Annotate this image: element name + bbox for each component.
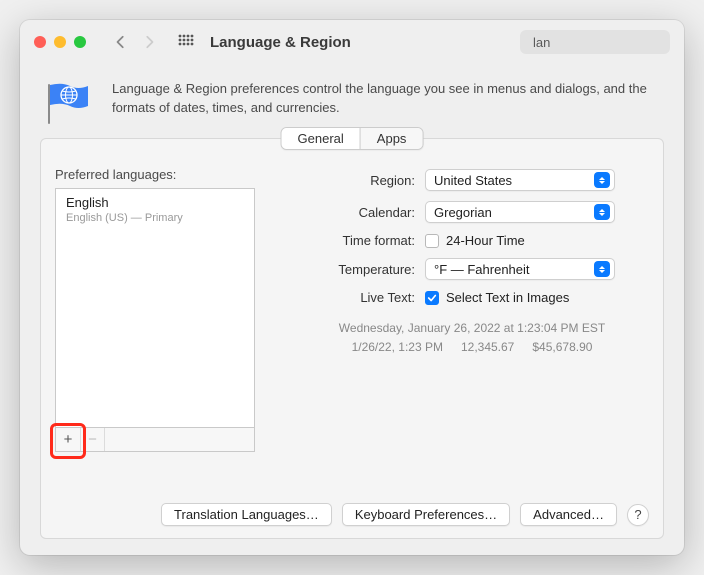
translation-languages-button[interactable]: Translation Languages… (161, 503, 332, 526)
tab-general[interactable]: General (282, 128, 360, 149)
search-input[interactable] (531, 34, 684, 51)
timefmt-checkbox[interactable] (425, 234, 439, 248)
list-item-sub: English (US) — Primary (66, 212, 244, 224)
remove-language-button[interactable]: − (80, 428, 104, 451)
keyboard-preferences-button[interactable]: Keyboard Preferences… (342, 503, 510, 526)
livetext-label: Live Text: (295, 290, 425, 305)
bottom-buttons: Translation Languages… Keyboard Preferen… (161, 503, 649, 526)
sample-long-date: Wednesday, January 26, 2022 at 1:23:04 P… (295, 319, 649, 338)
temp-value: °F — Fahrenheit (434, 262, 530, 277)
region-label: Region: (295, 173, 425, 188)
back-button[interactable] (114, 35, 128, 49)
minimize-window-button[interactable] (54, 36, 66, 48)
list-item[interactable]: English English (US) — Primary (56, 189, 254, 228)
format-sample: Wednesday, January 26, 2022 at 1:23:04 P… (295, 319, 649, 357)
region-value: United States (434, 173, 512, 188)
advanced-button[interactable]: Advanced… (520, 503, 617, 526)
livetext-cb-label: Select Text in Images (446, 290, 569, 305)
nav-arrows (114, 35, 156, 49)
region-select[interactable]: United States (425, 169, 615, 191)
tab-apps[interactable]: Apps (360, 128, 423, 149)
titlebar: Language & Region (20, 20, 684, 64)
page-title: Language & Region (210, 34, 351, 51)
timefmt-cb-label: 24-Hour Time (446, 233, 525, 248)
search-field[interactable] (520, 30, 670, 54)
list-item-name: English (66, 195, 244, 210)
livetext-checkbox[interactable] (425, 291, 439, 305)
settings-panel: General Apps Preferred languages: Englis… (40, 138, 664, 539)
add-language-button[interactable]: + (56, 428, 80, 451)
caret-icon (594, 172, 610, 188)
temp-label: Temperature: (295, 262, 425, 277)
window-controls (34, 36, 86, 48)
tab-control: General Apps (281, 127, 424, 150)
caret-icon (594, 261, 610, 277)
close-window-button[interactable] (34, 36, 46, 48)
help-button[interactable]: ? (627, 504, 649, 526)
sample-number: 12,345.67 (461, 338, 514, 357)
calendar-select[interactable]: Gregorian (425, 201, 615, 223)
caret-icon (594, 204, 610, 220)
sample-currency: $45,678.90 (532, 338, 592, 357)
show-all-icon[interactable] (178, 34, 194, 50)
pane-description: Language & Region preferences control th… (112, 80, 662, 118)
timefmt-label: Time format: (295, 233, 425, 248)
content: Language & Region preferences control th… (20, 64, 684, 555)
preferred-languages-list[interactable]: English English (US) — Primary (55, 188, 255, 428)
list-footer: + − (55, 428, 255, 452)
temp-select[interactable]: °F — Fahrenheit (425, 258, 615, 280)
sample-short-date: 1/26/22, 1:23 PM (352, 338, 443, 357)
zoom-window-button[interactable] (74, 36, 86, 48)
prefs-window: Language & Region Lan (20, 20, 684, 555)
preferred-languages-label: Preferred languages: (55, 167, 255, 182)
forward-button[interactable] (142, 35, 156, 49)
calendar-label: Calendar: (295, 205, 425, 220)
calendar-value: Gregorian (434, 205, 492, 220)
prefpane-flag-icon (42, 80, 96, 126)
